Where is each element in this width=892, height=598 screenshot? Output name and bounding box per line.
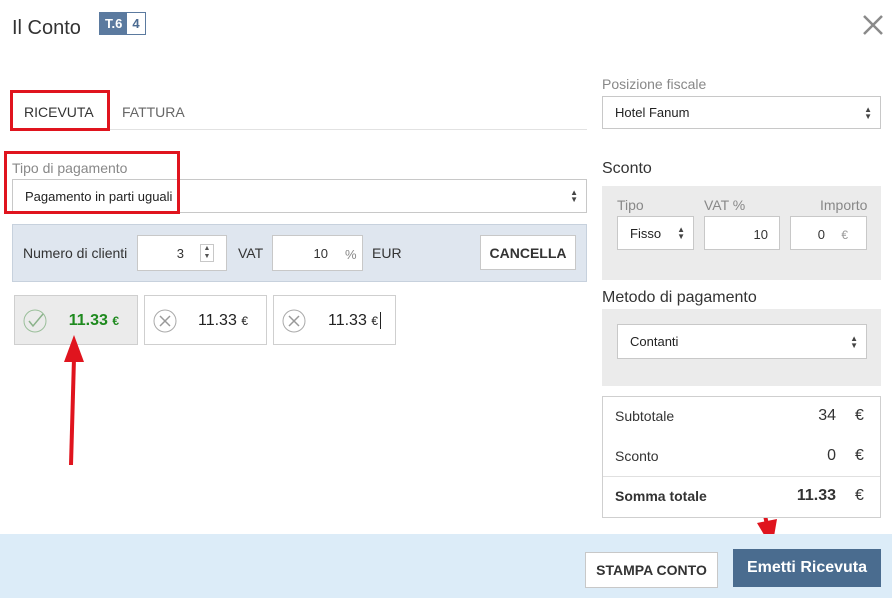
discount-vat-input[interactable]: 10 [704, 216, 780, 250]
discount-type-label: Tipo [617, 197, 644, 213]
discount-row-value: 0 [827, 447, 836, 464]
discount-type-select[interactable]: Fisso ▲ ▼ [617, 216, 694, 250]
subtotal-value: 34 [818, 407, 836, 424]
discount-title: Sconto [602, 160, 652, 177]
select-arrows-icon: ▲ ▼ [677, 225, 685, 241]
totals-divider [603, 476, 880, 477]
print-bill-button[interactable]: STAMPA CONTO [585, 552, 718, 588]
discount-row-label: Sconto [615, 448, 659, 464]
discount-row-currency: € [855, 447, 864, 464]
select-arrows-icon: ▲ ▼ [864, 104, 872, 121]
issue-receipt-button[interactable]: Emetti Ricevuta [733, 549, 881, 587]
fiscal-value: Hotel Fanum [615, 105, 690, 120]
select-arrows-icon: ▲ ▼ [850, 333, 858, 350]
fiscal-label: Posizione fiscale [602, 76, 707, 92]
discount-vat-value: 10 [753, 227, 768, 242]
discount-amount-unit: € [841, 228, 848, 242]
fiscal-select[interactable]: Hotel Fanum ▲ ▼ [602, 96, 881, 129]
payment-method-select[interactable]: Contanti ▲ ▼ [617, 324, 867, 359]
discount-vat-label: VAT % [704, 197, 746, 213]
total-value: 11.33 [796, 487, 836, 504]
total-currency: € [855, 487, 864, 504]
discount-type-value: Fisso [630, 225, 662, 241]
subtotal-currency: € [855, 407, 864, 424]
discount-amount-value: 0 [817, 227, 825, 242]
payment-method-title: Metodo di pagamento [602, 289, 757, 306]
discount-amount-input[interactable]: 0 € [790, 216, 867, 250]
subtotal-label: Subtotale [615, 408, 675, 424]
discount-amount-label: Importo [820, 197, 868, 213]
total-label: Somma totale [615, 488, 707, 504]
payment-method-value: Contanti [630, 334, 679, 349]
